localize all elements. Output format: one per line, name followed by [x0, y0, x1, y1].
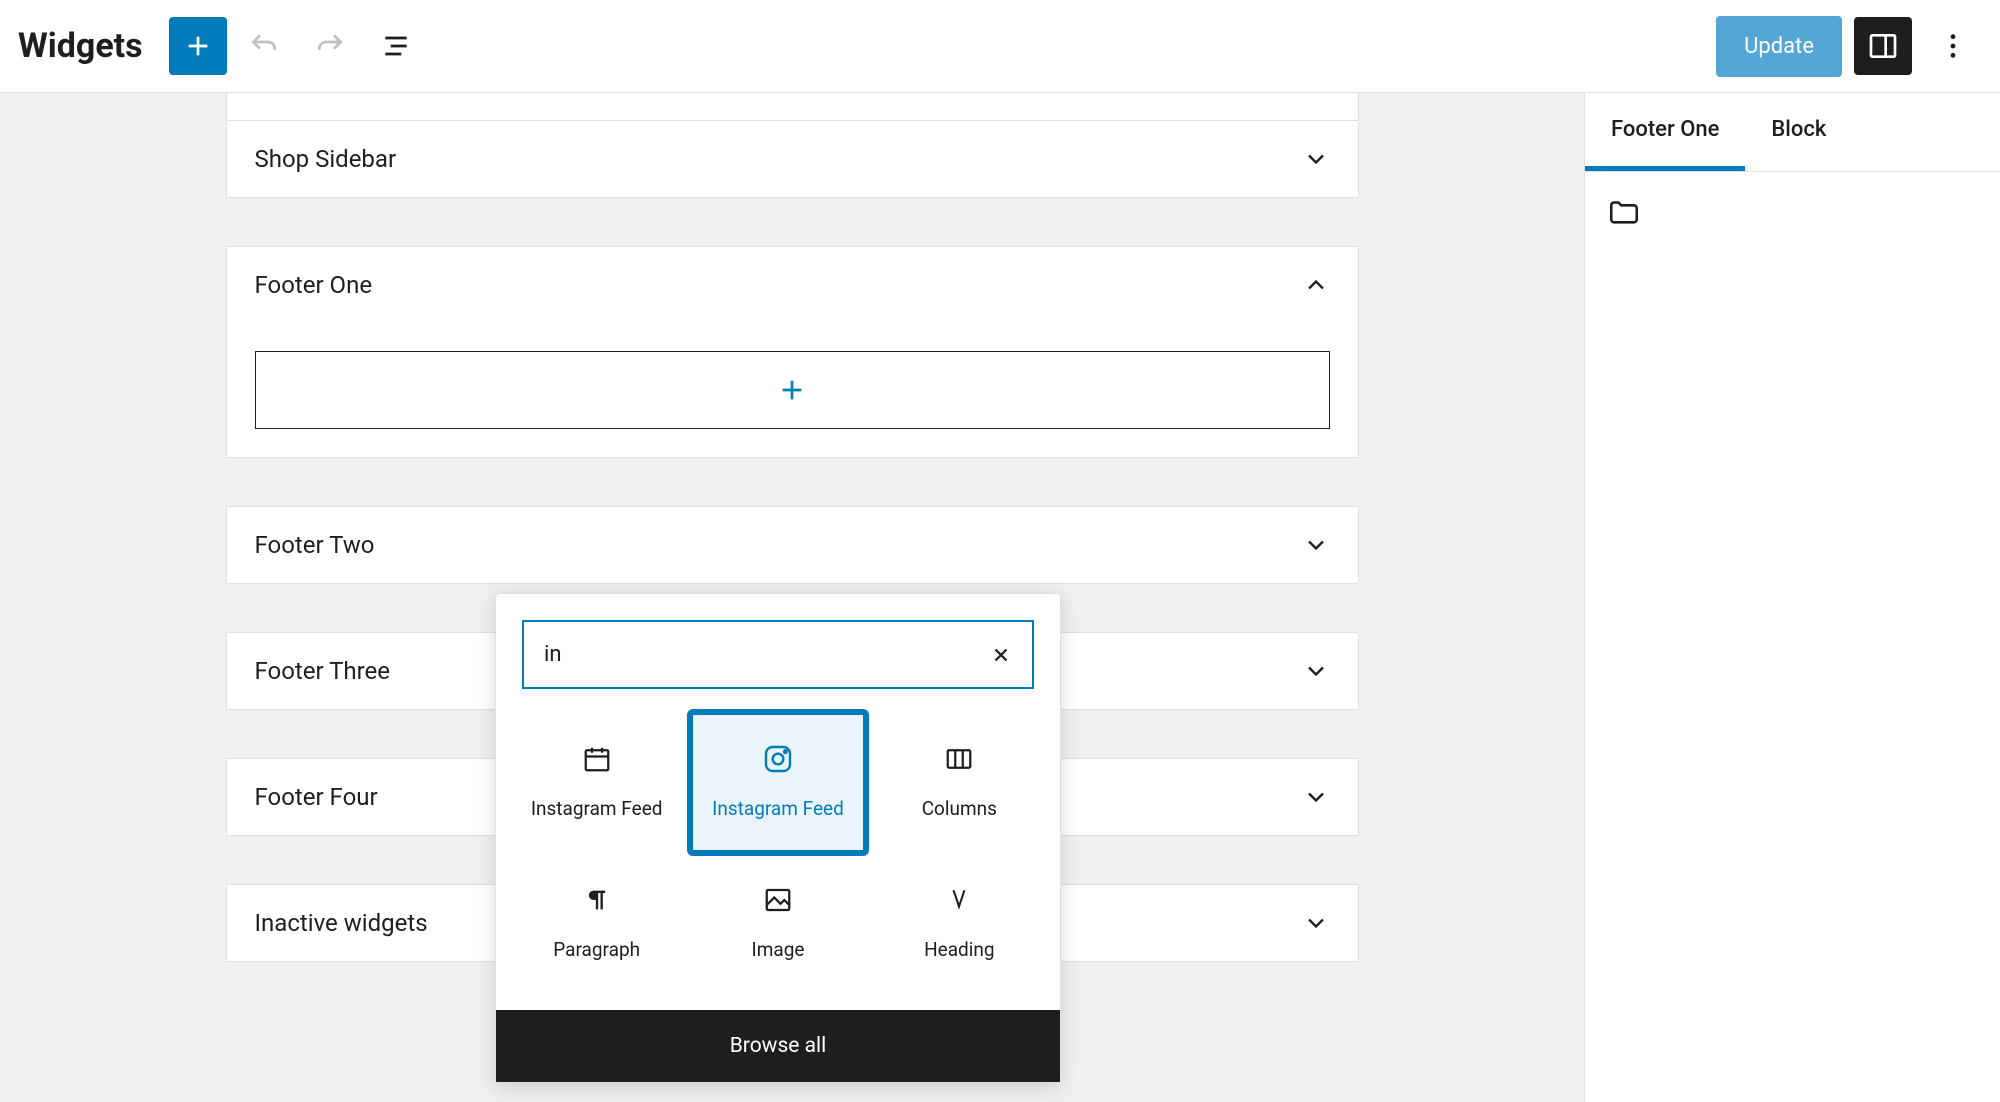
block-paragraph[interactable]: Paragraph: [506, 856, 687, 991]
list-view-icon: [380, 30, 412, 62]
heading-icon: [943, 884, 975, 916]
inserter-search-input[interactable]: [544, 642, 990, 667]
chevron-down-icon: [1302, 531, 1330, 559]
editor-canvas: Shop Sidebar Footer One Footer Two: [0, 93, 1584, 1102]
undo-icon: [248, 30, 280, 62]
document-overview-button[interactable]: [367, 17, 425, 75]
instagram-icon: [762, 743, 794, 775]
block-label: Instagram Feed: [712, 797, 844, 822]
widget-area-title: Shop Sidebar: [255, 145, 397, 173]
chevron-up-icon: [1302, 271, 1330, 299]
chevron-down-icon: [1302, 783, 1330, 811]
undo-button[interactable]: [235, 17, 293, 75]
columns-icon: [943, 743, 975, 775]
block-label: Heading: [924, 938, 994, 963]
sidebar-icon: [1867, 30, 1899, 62]
main-area: Shop Sidebar Footer One Footer Two: [0, 93, 2000, 1102]
block-instagram-feed[interactable]: Instagram Feed: [506, 709, 687, 856]
inserter-search: [522, 620, 1034, 689]
sidebar-content: [1585, 172, 2000, 254]
add-block-toolbar-button[interactable]: [169, 17, 227, 75]
page-title: Widgets: [18, 26, 143, 66]
clear-search-button[interactable]: [990, 644, 1012, 666]
widget-area-header[interactable]: Footer One: [227, 247, 1358, 323]
update-button[interactable]: Update: [1716, 16, 1842, 77]
widget-area-partial: [226, 93, 1359, 121]
widget-area-header[interactable]: Footer Two: [227, 507, 1358, 583]
plus-icon: [776, 374, 808, 406]
chevron-down-icon: [1302, 909, 1330, 937]
block-heading[interactable]: Heading: [869, 856, 1050, 991]
block-image[interactable]: Image: [687, 856, 868, 991]
redo-icon: [314, 30, 346, 62]
header-right: Update: [1716, 16, 1982, 77]
ellipsis-vertical-icon: [1937, 30, 1969, 62]
chevron-down-icon: [1302, 657, 1330, 685]
widget-area-shop-sidebar: Shop Sidebar: [226, 121, 1359, 198]
add-block-button[interactable]: [255, 351, 1330, 429]
inserter-block-grid: Instagram Feed Instagram Feed Columns: [496, 709, 1060, 1010]
block-columns[interactable]: Columns: [869, 709, 1050, 856]
browse-all-button[interactable]: Browse all: [496, 1010, 1060, 1082]
widget-area-title: Footer One: [255, 271, 373, 299]
image-icon: [762, 884, 794, 916]
block-instagram-feed-selected[interactable]: Instagram Feed: [687, 709, 868, 856]
block-label: Columns: [922, 797, 997, 822]
widget-area-footer-one: Footer One: [226, 246, 1359, 458]
settings-sidebar-toggle[interactable]: [1854, 17, 1912, 75]
block-label: Paragraph: [553, 938, 640, 963]
redo-button[interactable]: [301, 17, 359, 75]
widget-area-title: Inactive widgets: [255, 909, 428, 937]
header-left: Widgets: [18, 17, 425, 75]
widget-area-footer-two: Footer Two: [226, 506, 1359, 584]
close-icon: [990, 644, 1012, 666]
widget-area-title: Footer Four: [255, 783, 378, 811]
tab-block[interactable]: Block: [1745, 93, 1852, 171]
widget-area-title: Footer Three: [255, 657, 391, 685]
tab-widget-area[interactable]: Footer One: [1585, 93, 1745, 171]
options-menu-button[interactable]: [1924, 17, 1982, 75]
paragraph-icon: [581, 884, 613, 916]
chevron-down-icon: [1302, 145, 1330, 173]
widget-area-header[interactable]: Shop Sidebar: [227, 121, 1358, 197]
widget-area-title: Footer Two: [255, 531, 375, 559]
widget-area-icon: [1607, 213, 1641, 232]
block-label: Instagram Feed: [531, 797, 663, 822]
editor-header: Widgets Update: [0, 0, 2000, 93]
block-label: Image: [752, 938, 805, 963]
settings-sidebar: Footer One Block: [1584, 93, 2000, 1102]
plus-icon: [182, 30, 214, 62]
sidebar-tabs: Footer One Block: [1585, 93, 2000, 172]
block-inserter-popover: Instagram Feed Instagram Feed Columns: [495, 593, 1061, 1083]
calendar-icon: [581, 743, 613, 775]
